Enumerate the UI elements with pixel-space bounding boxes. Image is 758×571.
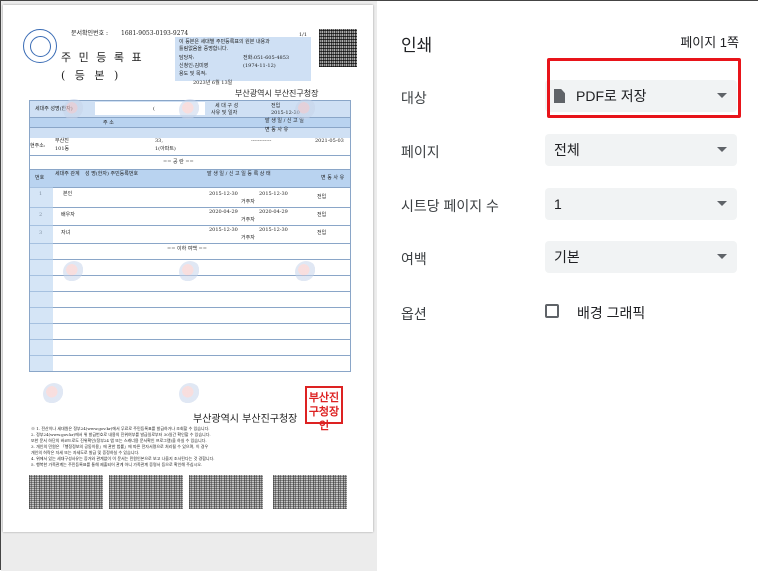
- chevron-down-icon: [717, 147, 727, 152]
- head-name: (: [153, 106, 155, 112]
- pages-per-sheet-label: 시트당 페이지 수: [401, 198, 499, 214]
- member-date2: 2020-04-29: [259, 209, 288, 215]
- doc-subtitle: ( 등 본 ): [61, 69, 122, 82]
- issue-date: 2023년 6월 13일: [193, 80, 233, 86]
- options-label: 옵션: [401, 306, 427, 322]
- current-addr-label: 현주소:: [30, 143, 46, 149]
- chevron-down-icon: [717, 254, 727, 259]
- page-count: 페이지 1쪽: [680, 35, 739, 50]
- pages-per-sheet-select[interactable]: 1: [545, 188, 737, 220]
- transfer-label: 전입: [271, 103, 281, 109]
- address-col: 주 소: [103, 120, 114, 126]
- occur-col: 발 생 일 / 신 고 일: [265, 118, 304, 124]
- member-reason: 전입: [317, 230, 327, 236]
- share-label: == 공 란 ==: [163, 159, 194, 165]
- addr-date: 2021-05-03: [315, 138, 344, 144]
- col-date: 발 생 일 / 신 고 일 등 록 상 태: [207, 171, 271, 177]
- member-rel: 배우자: [61, 212, 75, 218]
- member-status: 거주자: [241, 235, 255, 241]
- print-preview-pane: 문서확인번호 : 1681-9053-0193-9274 1/1 주 민 등 록…: [1, 1, 378, 571]
- background-graphics-checkbox[interactable]: [545, 304, 559, 318]
- member-status: 거주자: [241, 217, 255, 223]
- highlight-box: [547, 58, 741, 118]
- issue-no-label: 문서확인번호 :: [71, 30, 109, 37]
- current-addr: 부산진: [55, 138, 69, 144]
- member-rel: 자녀: [61, 230, 71, 236]
- addr-dash: ------------: [251, 138, 272, 144]
- chevron-down-icon: [717, 201, 727, 206]
- member-rel: 본인: [63, 191, 73, 197]
- member-status: 거주자: [241, 199, 255, 205]
- change-col: 변 동 사 유: [265, 127, 289, 133]
- member-date2: 2015-12-30: [259, 191, 288, 197]
- applicant: 신청인:김미영: [179, 63, 209, 69]
- dialog-title: 인쇄: [401, 36, 433, 55]
- col-rel: 세대주 관계: [55, 171, 80, 177]
- pages-label: 페이지: [401, 144, 440, 160]
- margins-select[interactable]: 기본: [545, 241, 737, 273]
- barcode-icon: [29, 475, 103, 509]
- manager-label: 담당자:: [179, 55, 195, 61]
- member-date1: 2020-04-29: [209, 209, 238, 215]
- phone: 전화:051-605-4853: [243, 55, 290, 61]
- destination-label: 대상: [401, 90, 427, 106]
- applicant-date: (1974-11-12): [243, 63, 276, 69]
- member-reason: 전입: [317, 212, 327, 218]
- addr-detail: 33,: [155, 138, 163, 144]
- apt: 101동: [55, 146, 70, 152]
- footer-issuer: 부산광역시 부산진구청장: [193, 414, 298, 425]
- col-name: 성 명(한자) 주민등록번호: [85, 171, 139, 177]
- issuer-header: 부산광역시 부산진구청장: [235, 89, 319, 98]
- government-seal-icon: [23, 29, 57, 63]
- member-date1: 2015-12-30: [209, 191, 238, 197]
- pages-value: 전체: [554, 142, 580, 158]
- col-reason: 변 동 사 유: [321, 175, 345, 181]
- barcode-icon: [109, 475, 183, 509]
- margins-value: 기본: [554, 249, 580, 265]
- col-no: 번호: [35, 175, 45, 181]
- end-mark: == 이하 여백 ==: [167, 246, 207, 252]
- foot-notes: ※ 1. 전산이나 세대원은 정부24(www.gov.kr)에서 무료로 주민…: [31, 426, 215, 467]
- composition-sub: 사유 및 일자: [211, 110, 238, 116]
- pages-per-sheet-value: 1: [554, 196, 562, 212]
- apt-detail: 1(아파트): [155, 146, 176, 152]
- barcode-icon: [273, 475, 347, 509]
- barcode-icon: [189, 475, 263, 509]
- purpose-label: 용도 및 목적:: [179, 71, 207, 77]
- notice-line1: 이 등본은 세대별 주민등록표의 원본 내용과: [179, 39, 270, 45]
- official-stamp-icon: 부산진 구청장인: [305, 386, 343, 432]
- background-graphics-label[interactable]: 배경 그래픽: [577, 303, 645, 323]
- margins-label: 여백: [401, 251, 427, 267]
- member-reason: 전입: [317, 194, 327, 200]
- member-date2: 2015-12-30: [259, 227, 288, 233]
- notice-line2: 틀림없음을 증명합니다.: [179, 46, 229, 52]
- doc-title: 주 민 등 록 표: [61, 51, 144, 64]
- document-page: 문서확인번호 : 1681-9053-0193-9274 1/1 주 민 등 록…: [3, 5, 373, 532]
- member-date1: 2015-12-30: [209, 227, 238, 233]
- composition-label: 세 대 구 성: [215, 103, 239, 109]
- qr-code-icon: [319, 29, 357, 67]
- pages-select[interactable]: 전체: [545, 134, 737, 166]
